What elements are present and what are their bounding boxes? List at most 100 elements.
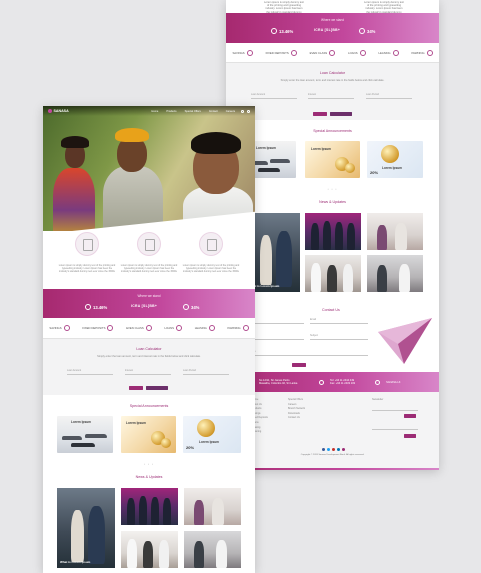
twitter-icon[interactable]	[327, 448, 330, 451]
nav-products[interactable]: Products	[166, 110, 176, 113]
nav-home[interactable]: Home	[151, 110, 158, 113]
strip-item-savings[interactable]: SAVINGS	[232, 49, 253, 56]
chart-icon	[85, 304, 91, 310]
announcement-card[interactable]: Lorem Ipsum 20%	[183, 416, 241, 453]
loan-calculator: Loan Calculator Simply enter the loan am…	[43, 339, 255, 395]
rate-right: 34%	[183, 304, 199, 310]
signup-button[interactable]	[404, 414, 416, 418]
search-icon[interactable]	[241, 109, 244, 113]
nav-links: Home Products Special Offers Contact Car…	[151, 110, 235, 113]
newsletter-input[interactable]	[372, 405, 418, 411]
rate-right: 34%	[359, 28, 375, 34]
newsletter-label: Newsletter	[372, 398, 384, 401]
piggy-icon	[63, 325, 70, 331]
news-photo[interactable]	[305, 255, 361, 292]
announcement-card[interactable]: Lorem Ipsum	[305, 141, 360, 178]
rates-band: Where we stand 13.46% ICRA [SL]BB+ 34%	[43, 289, 255, 318]
nav-special-offers[interactable]: Special Offers	[185, 110, 201, 113]
nav-careers[interactable]: Careers	[226, 110, 235, 113]
home-page-mockup: SANASA Home Products Special Offers Cont…	[43, 106, 255, 573]
deposit-icon	[290, 49, 297, 56]
strip-item-loans[interactable]: LOANS	[348, 49, 366, 56]
strip-item-pawning[interactable]: PAWNING	[228, 325, 249, 331]
calculator-text: Simply enter the loan amount, term and i…	[97, 355, 201, 358]
calculate-button[interactable]	[129, 386, 143, 390]
nav-contact[interactable]: Contact	[209, 110, 218, 113]
calculator-title: Loan Calculator	[136, 347, 162, 351]
announcement-card[interactable]: Lorem Ipsum	[121, 416, 176, 453]
carousel-dots[interactable]: • • •	[226, 187, 439, 191]
loan-amount-field[interactable]: Loan Amount	[67, 369, 113, 375]
linkedin-icon[interactable]	[337, 448, 340, 451]
strip-item-even-class[interactable]: EVEN CLASS	[310, 49, 336, 56]
feature-family: Lorem ipsum is simply dummy text of the …	[181, 232, 241, 273]
document-icon	[137, 232, 161, 256]
ring-icon	[426, 49, 433, 56]
news-photo[interactable]	[184, 531, 241, 568]
menu-icon[interactable]	[247, 109, 250, 113]
facebook-icon[interactable]	[322, 448, 325, 451]
car-icon	[208, 325, 215, 331]
strip-item-even-class[interactable]: EVEN CLASS	[126, 325, 152, 331]
strip-item-leasing[interactable]: LEASING	[378, 49, 399, 56]
reset-button[interactable]	[146, 386, 168, 390]
calculator-title: Loan Calculator	[319, 71, 346, 75]
rate-left: 13.46%	[271, 28, 293, 34]
interest-field[interactable]: Interest	[125, 369, 171, 375]
rates-band: Where we stand 13.46% ICRA [SL]BB+ 34%	[226, 13, 439, 43]
strip-item-leasing[interactable]: LEASING	[195, 325, 215, 331]
news-photo[interactable]	[121, 488, 178, 525]
contact-bar: No 12/11, Sir James Peiris Mawatha, Colo…	[226, 372, 439, 392]
deposit-icon	[107, 325, 114, 331]
strip-item-pawning[interactable]: PAWNING	[411, 49, 433, 56]
news-photo[interactable]	[121, 531, 178, 568]
news-photo[interactable]	[305, 213, 361, 250]
loan-calculator: Loan Calculator Simply enter the loan am…	[226, 63, 439, 120]
loan-period-field[interactable]: Loan Period	[366, 93, 412, 99]
rates-title: Where we stand	[320, 18, 345, 22]
product-link-strip: SAVINGS FIXED DEPOSITS EVEN CLASS LOANS …	[43, 318, 255, 339]
message-field[interactable]: Message	[246, 350, 368, 356]
news-photo[interactable]	[367, 255, 423, 292]
news-photo[interactable]	[184, 488, 241, 525]
loan-amount-field[interactable]: Loan Amount	[251, 93, 297, 99]
reset-button[interactable]	[330, 112, 352, 116]
logo[interactable]: SANASA	[48, 109, 69, 113]
youtube-icon[interactable]	[332, 448, 335, 451]
loan-period-field[interactable]: Loan Period	[183, 369, 229, 375]
carousel-dots[interactable]: • • •	[43, 462, 255, 466]
interest-field[interactable]: Interest	[308, 93, 354, 99]
loan-icon	[359, 49, 366, 56]
news-photo[interactable]: What is Lorem Ipsum	[57, 488, 115, 568]
contact-phones: Tel: +94 11 2444 449 Fax: +94 11 2433 103	[330, 378, 356, 385]
strip-item-fixed-deposits[interactable]: FIXED DEPOSITS	[266, 49, 297, 56]
signup-button-2[interactable]	[404, 434, 416, 438]
announcements-title: Special Announcements	[313, 129, 352, 133]
news-photo[interactable]	[367, 213, 423, 250]
feature-documents: Lorem ipsum is simply dummy text of the …	[119, 232, 179, 273]
loan-icon	[175, 325, 182, 331]
contact-address: No 12/11, Sir James Peiris Mawatha, Colo…	[259, 378, 298, 385]
contact-web[interactable]: SANASA.LK	[386, 381, 400, 384]
newsletter-input-2[interactable]	[372, 424, 418, 430]
percent-icon	[359, 28, 365, 34]
strip-item-fixed-deposits[interactable]: FIXED DEPOSITS	[82, 325, 114, 331]
contact-title: Contact Us	[322, 308, 340, 312]
email-field[interactable]: Email	[310, 318, 368, 324]
calculator-text: Simply enter the loan amount, term and i…	[280, 79, 385, 82]
people-icon	[329, 49, 336, 56]
piggy-icon	[246, 49, 253, 56]
strip-item-savings[interactable]: SAVINGS	[49, 325, 70, 331]
ring-icon	[242, 325, 249, 331]
calculate-button[interactable]	[313, 112, 327, 116]
announcement-card[interactable]: Lorem Ipsum 20%	[367, 141, 423, 178]
rates-title: Where we stand	[137, 294, 161, 298]
subject-field[interactable]: Subject	[310, 334, 368, 340]
news-title: News & Updates	[135, 475, 163, 479]
announcement-card[interactable]: Lorem Ipsum	[57, 416, 113, 453]
percent-icon	[183, 304, 189, 310]
icra-rating: ICRA [SL]BB+	[314, 28, 341, 32]
submit-button[interactable]	[292, 363, 306, 367]
instagram-icon[interactable]	[342, 448, 345, 451]
strip-item-loans[interactable]: LOANS	[164, 325, 182, 331]
